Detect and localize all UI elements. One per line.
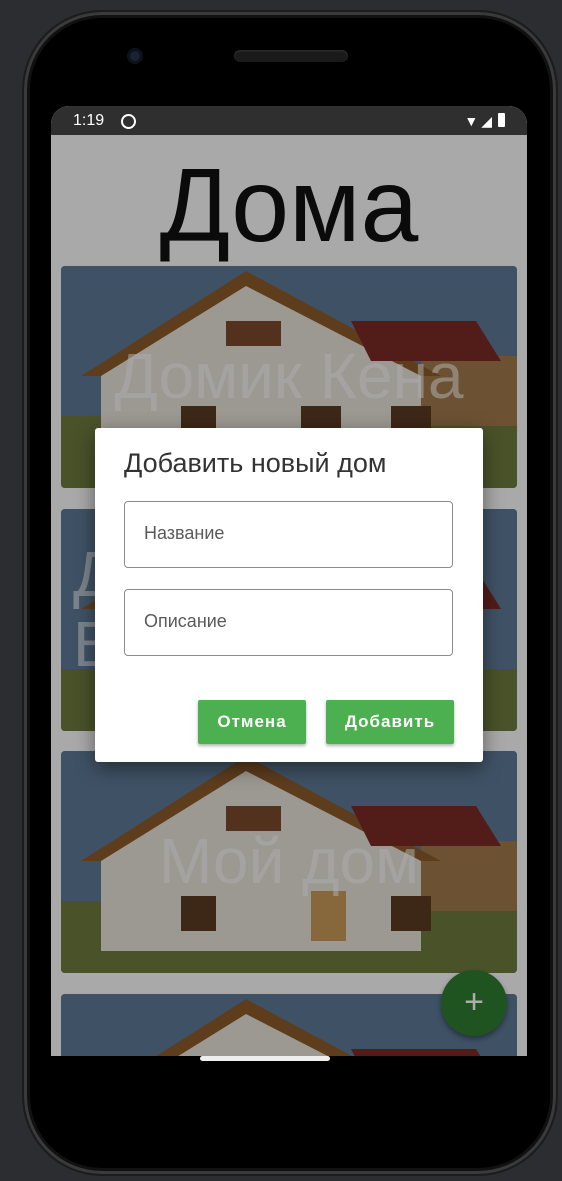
- home-indicator[interactable]: [200, 1056, 330, 1061]
- cancel-button[interactable]: Отмена: [198, 700, 306, 744]
- name-input[interactable]: [125, 502, 434, 565]
- status-time: 1:19: [73, 112, 105, 129]
- add-button[interactable]: Добавить: [326, 700, 454, 744]
- description-input[interactable]: [125, 590, 434, 653]
- wifi-signal-icon: ▼◢: [464, 113, 495, 129]
- app-screen: 1:19 ▼◢ Дома Домик Кена ДВ: [51, 106, 527, 1056]
- notification-icon: [121, 114, 136, 129]
- earpiece-speaker: [234, 50, 348, 62]
- dialog-title: Добавить новый дом: [124, 448, 387, 478]
- status-bar: 1:19 ▼◢: [51, 106, 527, 135]
- add-house-dialog: Добавить новый дом Отмена Добавить: [95, 428, 483, 762]
- name-field[interactable]: [124, 501, 453, 568]
- description-field[interactable]: [124, 589, 453, 656]
- battery-icon: [498, 113, 505, 127]
- front-camera: [127, 48, 143, 64]
